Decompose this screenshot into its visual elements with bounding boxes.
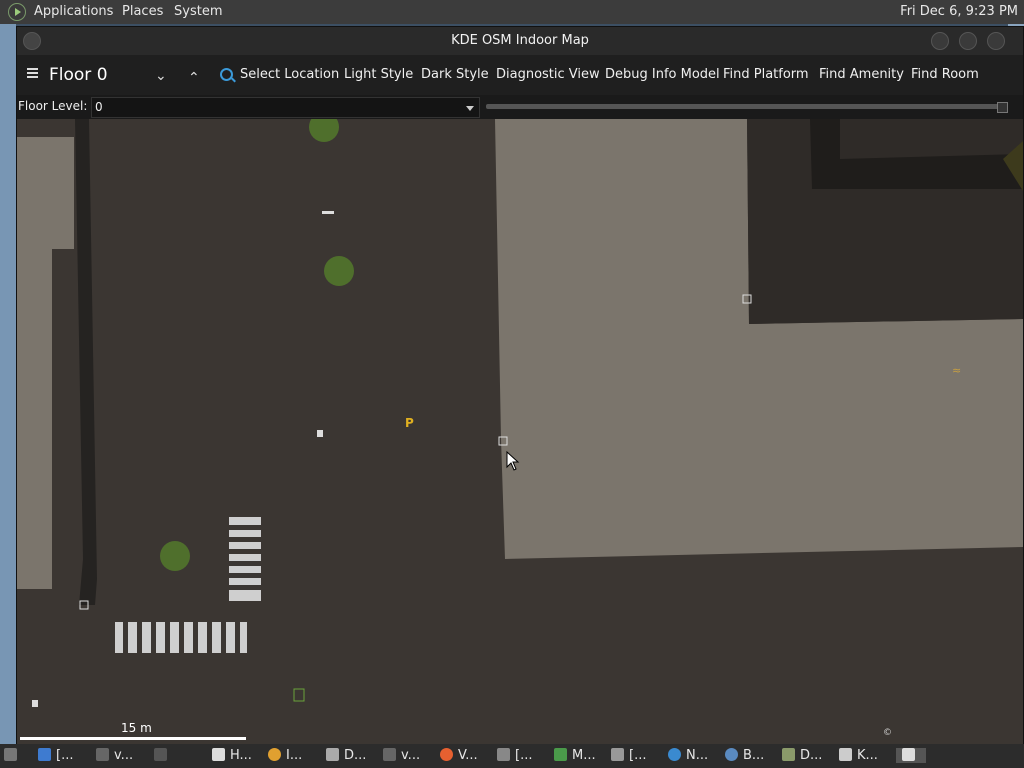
applications-menu[interactable]: Applications bbox=[34, 4, 113, 19]
taskbar-item-active[interactable] bbox=[896, 748, 926, 763]
globe-icon bbox=[668, 748, 681, 761]
floor-title: Floor 0 bbox=[49, 65, 108, 85]
menu-logo-icon[interactable] bbox=[8, 3, 26, 21]
chevron-down-icon[interactable]: ⌄ bbox=[155, 68, 167, 84]
taskbar-item[interactable]: v... bbox=[383, 748, 420, 763]
building-dark bbox=[747, 119, 1023, 324]
terminal-icon bbox=[96, 748, 109, 761]
scale-bar bbox=[20, 737, 246, 740]
dropdown-arrow-icon bbox=[466, 106, 474, 111]
taskbar-item[interactable]: v... bbox=[96, 748, 133, 763]
crosswalk-horizontal bbox=[115, 622, 247, 653]
diagnostic-view-button[interactable]: Diagnostic View bbox=[496, 67, 600, 82]
folder-icon bbox=[326, 748, 339, 761]
home-icon bbox=[902, 748, 915, 761]
window-title: KDE OSM Indoor Map bbox=[451, 33, 589, 48]
desktop-icon bbox=[4, 748, 17, 761]
top-panel: Applications Places System Fri Dec 6, 9:… bbox=[0, 0, 1024, 24]
taskbar-item[interactable]: V... bbox=[440, 748, 478, 763]
zoom-slider[interactable] bbox=[486, 102, 1008, 113]
system-menu[interactable]: System bbox=[174, 4, 222, 19]
taskbar-item[interactable]: [... bbox=[497, 748, 532, 763]
debug-info-model-button[interactable]: Debug Info Model bbox=[605, 67, 720, 82]
taskbar-item[interactable]: N... bbox=[668, 748, 708, 763]
map-view[interactable]: ≈ P 15 m © bbox=[17, 119, 1023, 745]
waste-basket-icon bbox=[317, 430, 323, 437]
document-icon bbox=[212, 748, 225, 761]
window-menu-icon[interactable] bbox=[23, 32, 41, 50]
floor-level-row: Floor Level: 0 bbox=[17, 95, 1023, 119]
app-icon bbox=[268, 748, 281, 761]
floor-level-select[interactable]: 0 bbox=[91, 97, 480, 118]
minimize-icon[interactable] bbox=[931, 32, 949, 50]
window-icon bbox=[611, 748, 624, 761]
taskbar-item[interactable]: I... bbox=[268, 748, 302, 763]
show-desktop-button[interactable] bbox=[4, 748, 22, 763]
chevron-up-icon[interactable]: ⌃ bbox=[188, 70, 200, 86]
places-menu[interactable]: Places bbox=[122, 4, 163, 19]
map-icon bbox=[554, 748, 567, 761]
floor-level-label: Floor Level: bbox=[18, 99, 88, 113]
floor-level-value: 0 bbox=[95, 100, 103, 114]
terminal-icon bbox=[383, 748, 396, 761]
tree-icon bbox=[160, 541, 190, 571]
find-amenity-button[interactable]: Find Amenity bbox=[819, 67, 904, 82]
scale-label: 15 m bbox=[121, 721, 152, 735]
firefox-icon bbox=[440, 748, 453, 761]
tree-icon bbox=[324, 256, 354, 286]
parking-icon: P bbox=[405, 416, 414, 430]
attribution-symbol: © bbox=[883, 728, 892, 738]
main-toolbar: Floor 0 ⌄ ⌃ Select Location Light Style … bbox=[17, 55, 1023, 95]
select-location-button[interactable]: Select Location bbox=[240, 67, 339, 82]
app-window: KDE OSM Indoor Map Floor 0 ⌄ ⌃ Select Lo… bbox=[16, 26, 1024, 746]
panel-clock[interactable]: Fri Dec 6, 9:23 PM bbox=[900, 4, 1018, 19]
zoom-slider-handle[interactable] bbox=[997, 102, 1008, 113]
find-platform-button[interactable]: Find Platform bbox=[723, 67, 809, 82]
light-style-button[interactable]: Light Style bbox=[344, 67, 413, 82]
taskbar-item[interactable]: H... bbox=[212, 748, 252, 763]
maximize-icon[interactable] bbox=[959, 32, 977, 50]
taskbar-item[interactable]: [... bbox=[611, 748, 646, 763]
bench-icon bbox=[322, 211, 334, 214]
window-titlebar[interactable]: KDE OSM Indoor Map bbox=[17, 27, 1023, 55]
taskbar-item[interactable]: B... bbox=[725, 748, 764, 763]
app-icon bbox=[782, 748, 795, 761]
taskbar-item[interactable]: K... bbox=[839, 748, 878, 763]
briefcase-icon bbox=[497, 748, 510, 761]
hamburger-menu-icon[interactable] bbox=[27, 68, 38, 78]
close-icon[interactable] bbox=[987, 32, 1005, 50]
search-icon[interactable] bbox=[220, 68, 233, 81]
taskbar-item[interactable] bbox=[154, 748, 172, 763]
bottom-taskbar: [... v... H... I... D... v... V... [... … bbox=[0, 744, 1024, 768]
gear-icon bbox=[725, 748, 738, 761]
window-icon bbox=[154, 748, 167, 761]
crosswalk-vertical bbox=[229, 517, 261, 601]
waste-basket-icon bbox=[32, 700, 38, 707]
home-icon bbox=[839, 748, 852, 761]
find-room-button[interactable]: Find Room bbox=[911, 67, 979, 82]
taskbar-item[interactable]: [... bbox=[38, 748, 73, 763]
shower-icon: ≈ bbox=[952, 364, 961, 377]
desktop-background-left bbox=[0, 24, 16, 744]
map-canvas[interactable]: ≈ bbox=[17, 119, 1023, 745]
vscode-icon bbox=[38, 748, 51, 761]
taskbar-item[interactable]: D... bbox=[326, 748, 366, 763]
dark-style-button[interactable]: Dark Style bbox=[421, 67, 489, 82]
taskbar-item[interactable]: M... bbox=[554, 748, 596, 763]
taskbar-item[interactable]: D... bbox=[782, 748, 822, 763]
